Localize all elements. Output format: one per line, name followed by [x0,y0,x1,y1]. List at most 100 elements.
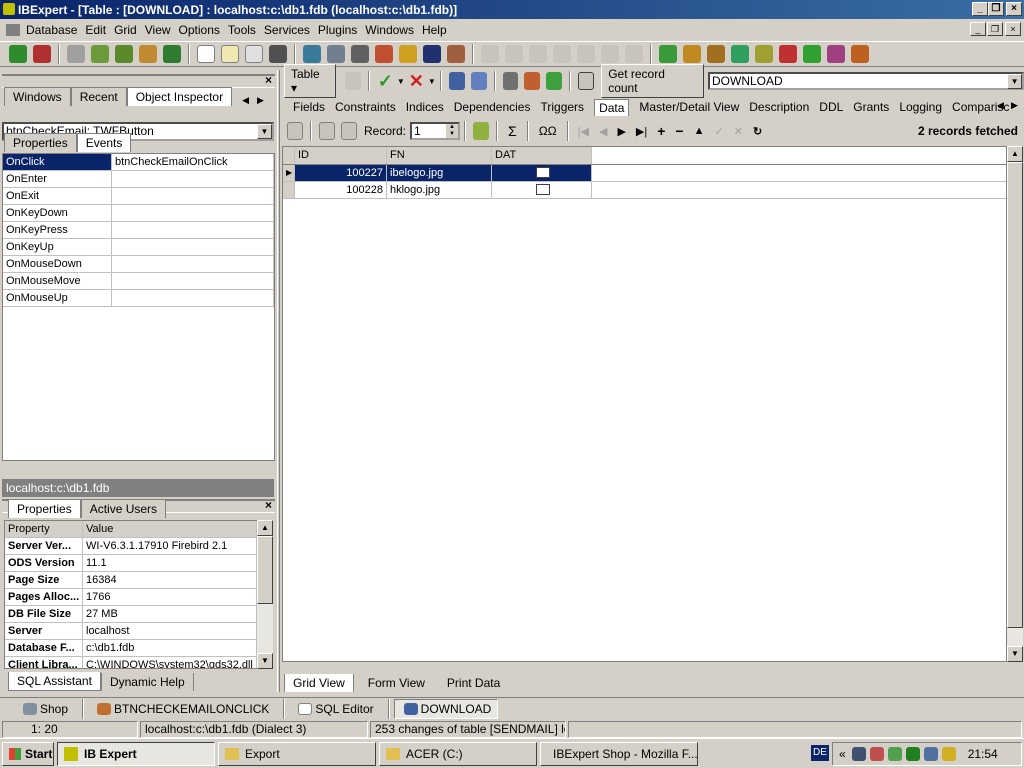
minimize-button[interactable]: _ [972,2,988,16]
tab-recent[interactable]: Recent [70,87,127,106]
window-tab-procedure[interactable]: BTNCHECKEMAILONCLICK [88,699,275,719]
scroll-up-icon[interactable]: ▲ [1007,146,1023,162]
script-exec-icon[interactable] [269,45,287,63]
taskbar-item-export[interactable]: Export [218,741,376,766]
new-udf-icon[interactable] [803,45,821,63]
event-row[interactable]: OnKeyDown [3,205,274,222]
tab-data[interactable]: Data [594,98,630,116]
cell-fn[interactable]: hklogo.jpg [387,182,492,198]
tab-dynamic-help[interactable]: Dynamic Help [100,673,194,691]
splitter[interactable] [277,70,280,692]
cell-fn[interactable]: ibelogo.jpg [387,165,492,181]
tab-object-inspector[interactable]: Object Inspector [126,87,233,106]
window-tab-shop[interactable]: Shop [14,699,74,719]
menu-services[interactable]: Services [264,23,310,37]
book-icon[interactable] [423,45,441,63]
tab-scroll-left-icon[interactable]: ◀ [997,100,1004,111]
taskbar-item-acer[interactable]: ACER (C:) [379,741,537,766]
copy-icon[interactable] [553,45,571,63]
record-spin-input[interactable]: 1 ▲ ▼ [410,122,461,140]
tab-form-view[interactable]: Form View [359,674,433,692]
cell-dat[interactable] [492,165,592,181]
db-grid-scrollbar[interactable]: ▲ ▼ [257,520,273,669]
tab-properties[interactable]: Properties [4,133,77,152]
tab-dependencies[interactable]: Dependencies [454,100,531,114]
prior-record-icon[interactable]: ◀ [599,125,607,138]
column-header-value[interactable]: Value [83,521,257,537]
omega-icon[interactable]: ΩΩ [539,124,557,138]
tab-active-users[interactable]: Active Users [80,499,167,518]
commit-icon[interactable]: ✓ [378,71,393,92]
new-trigger-icon[interactable] [731,45,749,63]
event-row[interactable]: OnMouseDown [3,256,274,273]
close-button[interactable]: × [1006,2,1022,16]
tab-logging[interactable]: Logging [899,100,942,114]
commit-dropdown-icon[interactable]: ▼ [397,77,405,86]
menu-view[interactable]: View [145,23,171,37]
event-row[interactable]: OnMouseUp [3,290,274,307]
print-icon[interactable] [502,72,519,90]
edit-record-icon[interactable]: ▲ [694,125,705,137]
scroll-down-icon[interactable]: ▼ [257,653,273,669]
grant-icon[interactable] [375,45,393,63]
new-sql-icon[interactable] [221,45,239,63]
tab-ddl[interactable]: DDL [819,100,843,114]
tray-eye-icon[interactable] [941,747,956,761]
tab-windows[interactable]: Windows [4,87,71,106]
paste-icon[interactable] [577,45,595,63]
key-icon[interactable] [399,45,417,63]
column-header-property[interactable]: Property [5,521,83,537]
tray-chart-icon[interactable] [905,747,920,761]
tab-constraints[interactable]: Constraints [335,100,396,114]
exit-icon[interactable] [163,45,181,63]
disconnect-icon[interactable] [91,45,109,63]
add-filter-icon[interactable] [341,122,357,140]
connect-icon[interactable] [67,45,85,63]
event-row[interactable]: OnKeyPress [3,222,274,239]
print-icon[interactable] [351,45,369,63]
tab-events[interactable]: Events [76,133,132,152]
next-record-icon[interactable]: ▶ [617,125,625,138]
event-value[interactable] [112,290,274,306]
taskbar-item-firefox[interactable]: IBExpert Shop - Mozilla F... [540,741,698,766]
tray-camera-icon[interactable] [851,747,866,761]
menu-database[interactable]: Database [26,23,77,37]
register-db-icon[interactable] [9,45,27,63]
start-button[interactable]: Start [2,741,54,766]
property-row[interactable]: Client Libra... C:\WINDOWS\system32\gds3… [5,657,257,668]
event-value[interactable]: btnCheckEmailOnClick [112,154,274,170]
event-value[interactable] [112,171,274,187]
report-icon[interactable] [447,45,465,63]
find-icon[interactable] [601,45,619,63]
gear-icon[interactable] [524,72,541,90]
new-exception-icon[interactable] [779,45,797,63]
column-header-fn[interactable]: FN [387,147,492,164]
tray-monitor-icon[interactable] [923,747,938,761]
menu-edit[interactable]: Edit [85,23,106,37]
menu-options[interactable]: Options [179,23,220,37]
tab-fields[interactable]: Fields [293,100,325,114]
delete-record-icon[interactable]: − [675,123,683,139]
new-index-icon[interactable] [851,45,869,63]
table-menu-button[interactable]: Table ▾ [284,64,336,98]
new-object-icon[interactable] [139,45,157,63]
scroll-thumb[interactable] [1007,162,1023,628]
event-row[interactable]: OnEnter [3,171,274,188]
table-row[interactable]: ▶ 100227 ibelogo.jpg [283,165,1006,182]
sum-icon[interactable]: Σ [508,123,517,139]
property-row[interactable]: Server Ver... WI-V6.3.1.17910 Firebird 2… [5,538,257,555]
new-view-icon[interactable] [683,45,701,63]
export-icon[interactable] [470,72,487,90]
lightning-icon[interactable] [344,72,361,90]
event-row[interactable]: OnKeyUp [3,239,274,256]
column-header-id[interactable]: ID [295,147,387,164]
event-value[interactable] [112,239,274,255]
taskbar-item-ibexpert[interactable]: IB Expert [57,741,215,766]
refresh-grid-icon[interactable] [473,122,490,140]
mdi-minimize-button[interactable]: _ [970,22,986,36]
reconnect-icon[interactable] [115,45,133,63]
event-value[interactable] [112,256,274,272]
puzzle-icon[interactable] [546,72,563,90]
tab-description[interactable]: Description [749,100,809,114]
maximize-button[interactable]: ❐ [988,2,1004,16]
